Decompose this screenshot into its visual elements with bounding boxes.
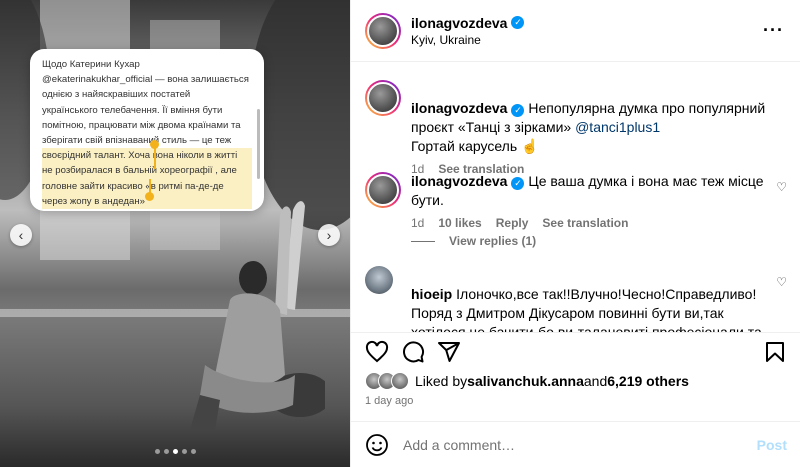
highlight-start-bar bbox=[154, 145, 156, 169]
likes-prefix: Liked by bbox=[415, 373, 468, 389]
replies-divider bbox=[411, 240, 435, 242]
carousel-dot bbox=[172, 449, 178, 454]
carousel-dot bbox=[154, 449, 160, 454]
emoji-icon[interactable] bbox=[365, 433, 389, 457]
likes-summary: Liked by salivanchuk.anna and 6,219 othe… bbox=[365, 372, 689, 390]
likes-others-count[interactable]: 6,219 others bbox=[607, 373, 689, 389]
carousel-dot bbox=[190, 449, 196, 454]
reply-button[interactable]: Reply bbox=[496, 214, 529, 233]
post-header: ilonagvozdeva ✓ Kyiv, Ukraine ··· bbox=[351, 0, 800, 62]
verified-badge-icon: ✓ bbox=[511, 16, 525, 29]
carousel-dot bbox=[181, 449, 187, 454]
quote-scrollbar bbox=[257, 109, 260, 179]
commenter-avatar[interactable] bbox=[365, 172, 401, 208]
comment-item: hioeip Ілоночко,все так!!Влучно!Чесно!Сп… bbox=[365, 266, 766, 332]
commenter-avatar[interactable] bbox=[365, 266, 393, 294]
highlight-end-bar bbox=[149, 179, 151, 193]
carousel-dot bbox=[163, 449, 169, 454]
comments-list: ilonagvozdeva ✓ Непопулярна думка про поп… bbox=[351, 62, 800, 332]
caption-username[interactable]: ilonagvozdeva bbox=[411, 100, 507, 116]
instagram-post: Щодо Катерини Кухар @ekaterinakukhar_off… bbox=[0, 0, 800, 467]
comment-text: Ілоночко,все так!!Влучно!Чесно!Справедли… bbox=[411, 286, 762, 332]
commenter-username[interactable]: ilonagvozdeva bbox=[411, 173, 507, 189]
carousel-prev-button[interactable]: ‹ bbox=[10, 224, 32, 246]
add-comment-input[interactable] bbox=[403, 436, 757, 453]
bookmark-icon[interactable] bbox=[763, 340, 787, 364]
post-media[interactable]: Щодо Катерини Кухар @ekaterinakukhar_off… bbox=[0, 0, 350, 467]
verified-badge-icon: ✓ bbox=[511, 104, 525, 117]
post-timestamp[interactable]: 1 day ago bbox=[365, 395, 413, 407]
quote-card: Щодо Катерини Кухар @ekaterinakukhar_off… bbox=[30, 49, 264, 211]
caption-mention[interactable]: @tanci1plus1 bbox=[575, 119, 660, 135]
caption-text-end: Гортай карусель ☝️ bbox=[411, 138, 539, 154]
liker-username[interactable]: salivanchuk.anna bbox=[467, 373, 584, 389]
comment-time[interactable]: 1d bbox=[411, 214, 424, 233]
comment-like-heart-icon[interactable]: ♡ bbox=[776, 180, 787, 194]
more-icon[interactable]: ··· bbox=[763, 20, 784, 41]
chevron-right-icon: › bbox=[326, 227, 332, 243]
quote-text-intro: Щодо Катерини Кухар @ekaterinakukhar_off… bbox=[42, 59, 249, 147]
liker-avatars bbox=[365, 372, 409, 390]
comment-item: ilonagvozdeva ✓ Це ваша думка і вона має … bbox=[365, 172, 771, 233]
author-username[interactable]: ilonagvozdeva bbox=[411, 15, 507, 31]
carousel-indicator bbox=[0, 449, 350, 454]
post-comment-button[interactable]: Post bbox=[757, 437, 787, 453]
see-translation-link[interactable]: See translation bbox=[542, 214, 628, 233]
post-location[interactable]: Kyiv, Ukraine bbox=[411, 33, 524, 47]
add-comment-bar: Post bbox=[351, 421, 800, 467]
chevron-left-icon: ‹ bbox=[18, 227, 24, 243]
share-icon[interactable] bbox=[437, 340, 461, 364]
carousel-next-button[interactable]: › bbox=[318, 224, 340, 246]
view-replies-button[interactable]: View replies (1) bbox=[411, 234, 536, 248]
comment-icon[interactable] bbox=[401, 340, 425, 364]
caption-avatar[interactable] bbox=[365, 80, 401, 116]
post-caption: ilonagvozdeva ✓ Непопулярна думка про поп… bbox=[365, 80, 771, 179]
dancer-figure bbox=[190, 201, 325, 430]
author-username-row[interactable]: ilonagvozdeva ✓ bbox=[411, 15, 525, 31]
view-replies-label[interactable]: View replies (1) bbox=[449, 234, 536, 248]
heart-icon[interactable] bbox=[365, 340, 389, 364]
author-avatar[interactable] bbox=[365, 12, 401, 49]
likes-middle: and bbox=[583, 373, 608, 389]
action-bar bbox=[351, 332, 800, 368]
post-sidebar: ilonagvozdeva ✓ Kyiv, Ukraine ··· ilonag… bbox=[350, 0, 800, 467]
verified-badge-icon: ✓ bbox=[511, 177, 525, 190]
commenter-username[interactable]: hioeip bbox=[411, 286, 452, 302]
highlight-end-marker bbox=[145, 192, 154, 201]
comment-likes-count[interactable]: 10 likes bbox=[438, 214, 481, 233]
comment-like-heart-icon[interactable]: ♡ bbox=[776, 275, 787, 289]
